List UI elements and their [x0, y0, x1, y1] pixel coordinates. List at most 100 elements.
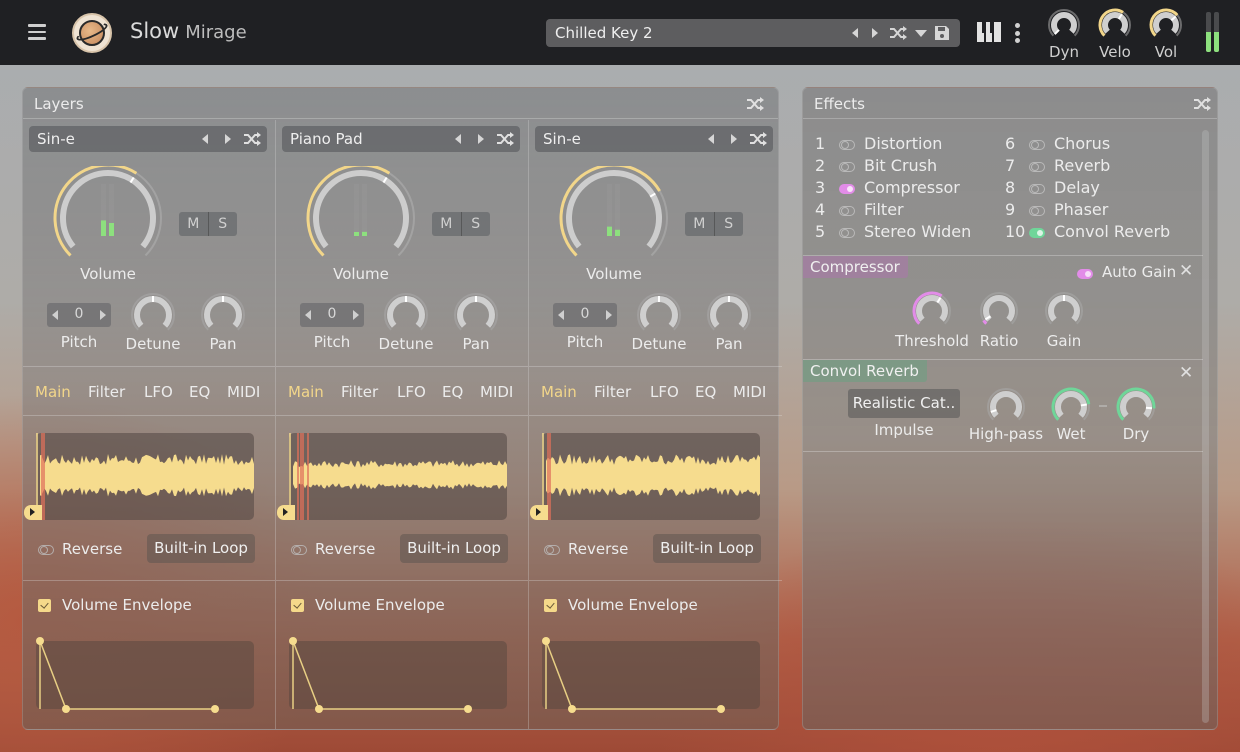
compressor-close-icon[interactable]: ✕	[1179, 261, 1193, 281]
tab-midi[interactable]: MIDI	[227, 383, 260, 401]
tab-filter[interactable]: Filter	[594, 383, 631, 401]
preset-selector[interactable]: Chilled Key 2	[546, 19, 960, 47]
tab-eq[interactable]: EQ	[442, 383, 463, 401]
mute-button[interactable]: M	[685, 212, 715, 236]
volume-knob[interactable]	[48, 166, 168, 266]
wet-knob[interactable]	[1051, 387, 1091, 427]
pitch-increase-icon[interactable]	[606, 310, 612, 320]
layer-sample-selector[interactable]: Sin-e	[29, 126, 267, 152]
effect-item[interactable]: 8 Delay	[1005, 178, 1100, 198]
dry-knob[interactable]	[1116, 387, 1156, 427]
envelope-curve[interactable]	[23, 581, 276, 731]
waveform-display[interactable]	[277, 433, 507, 520]
effect-item[interactable]: 3 Compressor	[815, 178, 960, 198]
effect-toggle[interactable]	[839, 183, 855, 194]
effect-toggle[interactable]	[1029, 183, 1045, 194]
impulse-selector[interactable]: Realistic Cat..	[848, 389, 960, 418]
effect-item[interactable]: 10 Convol Reverb	[1005, 222, 1170, 242]
convol-reverb-close-icon[interactable]: ✕	[1179, 363, 1193, 383]
auto-gain-toggle[interactable]	[1077, 269, 1093, 279]
pan-knob[interactable]	[706, 292, 752, 338]
effect-item[interactable]: 9 Phaser	[1005, 200, 1108, 220]
piano-keyboard-icon[interactable]	[977, 22, 1001, 42]
play-marker-icon[interactable]	[530, 505, 548, 520]
tab-lfo[interactable]: LFO	[144, 383, 173, 401]
gain-knob[interactable]	[1044, 291, 1084, 331]
mute-button[interactable]: M	[179, 212, 209, 236]
tab-filter[interactable]: Filter	[88, 383, 125, 401]
pitch-increase-icon[interactable]	[353, 310, 359, 320]
preset-prev-icon[interactable]	[852, 28, 858, 38]
tab-main[interactable]: Main	[288, 383, 324, 401]
volume-knob[interactable]	[554, 166, 674, 266]
play-marker-icon[interactable]	[24, 505, 42, 520]
waveform-display[interactable]	[24, 433, 254, 520]
effect-item[interactable]: 4 Filter	[815, 200, 904, 220]
preset-shuffle-icon[interactable]	[889, 26, 907, 40]
layer-next-icon[interactable]	[731, 134, 737, 144]
tab-main[interactable]: Main	[35, 383, 71, 401]
effect-toggle[interactable]	[1029, 227, 1045, 238]
layer-prev-icon[interactable]	[202, 134, 208, 144]
mute-button[interactable]: M	[432, 212, 462, 236]
layer-next-icon[interactable]	[478, 134, 484, 144]
layer-sample-selector[interactable]: Sin-e	[535, 126, 773, 152]
more-options-icon[interactable]	[1015, 23, 1021, 46]
effect-toggle[interactable]	[1029, 139, 1045, 150]
detune-knob[interactable]	[636, 292, 682, 338]
envelope-curve[interactable]	[529, 581, 782, 731]
layer-next-icon[interactable]	[225, 134, 231, 144]
pan-knob[interactable]	[453, 292, 499, 338]
save-icon[interactable]	[934, 25, 950, 41]
layers-shuffle-icon[interactable]	[746, 97, 764, 111]
reverse-toggle-icon[interactable]	[291, 544, 307, 555]
high-pass-knob[interactable]	[986, 387, 1026, 427]
pitch-stepper[interactable]: 0	[300, 303, 364, 327]
effect-toggle[interactable]	[839, 139, 855, 150]
reverse-toggle-icon[interactable]	[544, 544, 560, 555]
effects-scrollbar[interactable]	[1202, 130, 1209, 723]
reverse-toggle-icon[interactable]	[38, 544, 54, 555]
preset-dropdown-icon[interactable]	[915, 30, 927, 37]
dyn-knob[interactable]	[1047, 8, 1081, 42]
menu-icon[interactable]	[28, 24, 46, 40]
tab-eq[interactable]: EQ	[189, 383, 210, 401]
threshold-knob[interactable]	[912, 291, 952, 331]
pan-knob[interactable]	[200, 292, 246, 338]
tab-eq[interactable]: EQ	[695, 383, 716, 401]
tab-filter[interactable]: Filter	[341, 383, 378, 401]
effect-toggle[interactable]	[839, 227, 855, 238]
effect-item[interactable]: 1 Distortion	[815, 134, 942, 154]
solo-button[interactable]: S	[715, 212, 744, 236]
effect-item[interactable]: 7 Reverb	[1005, 156, 1110, 176]
reverse-toggle[interactable]: Reverse	[291, 540, 375, 558]
layer-shuffle-icon[interactable]	[243, 132, 261, 146]
effect-toggle[interactable]	[839, 161, 855, 172]
layer-sample-selector[interactable]: Piano Pad	[282, 126, 520, 152]
pitch-increase-icon[interactable]	[100, 310, 106, 320]
layer-shuffle-icon[interactable]	[749, 132, 767, 146]
layer-prev-icon[interactable]	[455, 134, 461, 144]
tab-lfo[interactable]: LFO	[650, 383, 679, 401]
solo-button[interactable]: S	[462, 212, 491, 236]
preset-next-icon[interactable]	[872, 28, 878, 38]
pitch-stepper[interactable]: 0	[47, 303, 111, 327]
velo-knob[interactable]	[1098, 8, 1132, 42]
pitch-stepper[interactable]: 0	[553, 303, 617, 327]
effects-shuffle-icon[interactable]	[1193, 97, 1211, 111]
vol-knob[interactable]	[1149, 8, 1183, 42]
tab-main[interactable]: Main	[541, 383, 577, 401]
built-in-loop-button[interactable]: Built-in Loop	[653, 534, 761, 563]
effect-item[interactable]: 6 Chorus	[1005, 134, 1110, 154]
tab-midi[interactable]: MIDI	[480, 383, 513, 401]
tab-midi[interactable]: MIDI	[733, 383, 766, 401]
waveform-display[interactable]	[530, 433, 760, 520]
built-in-loop-button[interactable]: Built-in Loop	[400, 534, 508, 563]
tab-lfo[interactable]: LFO	[397, 383, 426, 401]
play-marker-icon[interactable]	[277, 505, 295, 520]
effect-toggle[interactable]	[1029, 161, 1045, 172]
envelope-curve[interactable]	[276, 581, 529, 731]
solo-button[interactable]: S	[209, 212, 238, 236]
built-in-loop-button[interactable]: Built-in Loop	[147, 534, 255, 563]
effect-toggle[interactable]	[1029, 205, 1045, 216]
